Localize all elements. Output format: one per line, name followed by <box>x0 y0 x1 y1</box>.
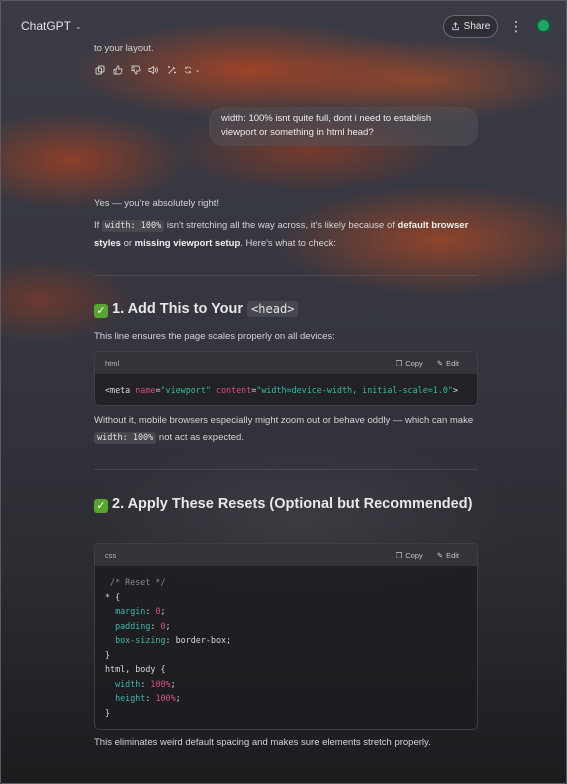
copy-label: Copy <box>405 358 423 368</box>
code-comment: /* Reset */ <box>110 577 166 587</box>
code-line: margin: 0; <box>115 606 166 616</box>
chevron-down-icon: ⌄ <box>75 21 82 31</box>
code-token: margin <box>115 606 146 616</box>
bold-text: missing viewport setup <box>134 238 241 249</box>
check-mark-icon: ✓ <box>94 304 108 318</box>
more-options-icon[interactable]: ⋮ <box>509 19 523 33</box>
code-language-label: css <box>105 550 117 560</box>
code-token: "viewport" <box>160 385 211 395</box>
share-icon <box>452 22 459 31</box>
section2-after: This eliminates weird default spacing an… <box>94 737 431 748</box>
code-line: html, body { <box>105 664 166 674</box>
edit-icon: ✎ <box>436 550 444 560</box>
code-token: box-sizing <box>115 635 166 645</box>
code-token: border-box <box>175 635 227 645</box>
text-span: not act as expected. <box>156 432 244 443</box>
model-label: ChatGPT <box>21 19 72 33</box>
code-line: width: 100%; <box>115 678 176 689</box>
reply-paragraph: If width: 100% isn't stretching all the … <box>94 217 478 252</box>
code-token: <meta <box>105 385 136 395</box>
regenerate-icon[interactable]: ⌄ <box>184 64 202 76</box>
text-span: If <box>94 220 102 231</box>
code-line: * { <box>105 591 121 602</box>
previous-message-tail: to your layout. <box>94 43 154 54</box>
copy-icon: ❐ <box>395 550 403 560</box>
section-heading-2: ✓ 2. Apply These Resets (Optional but Rec… <box>94 495 478 514</box>
thumbs-up-icon[interactable] <box>112 64 123 76</box>
section-heading-1: ✓ 1. Add This to Your <head> <box>94 300 478 319</box>
code-token: > <box>452 385 458 395</box>
inline-code: width: 100% <box>101 220 165 232</box>
code-line: padding: 0; <box>115 620 171 631</box>
copy-icon[interactable] <box>94 64 105 76</box>
divider <box>94 275 478 276</box>
code-token: width <box>115 678 141 689</box>
code-language-label: html <box>105 358 120 368</box>
avatar[interactable] <box>536 18 551 33</box>
section1-lead: This line ensures the page scales proper… <box>94 331 335 342</box>
code-token: padding <box>115 620 151 631</box>
code-token: 0 <box>160 620 166 631</box>
edit-label: Edit <box>446 358 459 368</box>
copy-icon: ❐ <box>395 358 403 368</box>
text-span: or <box>120 238 135 249</box>
user-message-bubble: width: 100% isnt quite full, dont i need… <box>209 107 478 146</box>
code-block-header: html ❐ Copy ✎ Edit <box>95 352 477 374</box>
share-button[interactable]: Share <box>443 15 498 38</box>
text-span: . Here's what to check: <box>240 238 337 249</box>
chevron-down-icon: ⌄ <box>194 67 201 74</box>
code-line: box-sizing: border-box; <box>115 635 232 645</box>
edit-code-button[interactable]: ✎ Edit <box>437 551 459 560</box>
code-token: content <box>215 385 252 395</box>
code-line: } <box>105 649 111 660</box>
edit-in-canvas-icon[interactable] <box>166 64 177 76</box>
inline-code: width: 100% <box>94 432 157 444</box>
heading-text: 1. Add This to Your <box>112 301 248 317</box>
share-label: Share <box>463 21 491 32</box>
code-token: height <box>115 693 146 703</box>
model-selector[interactable]: ChatGPT ⌄ <box>21 19 82 33</box>
code-line: /* Reset */ <box>105 575 467 590</box>
code-token: 0 <box>155 606 161 616</box>
inline-code: <head> <box>247 301 299 317</box>
divider <box>94 469 478 470</box>
code-block-css: css ❐ Copy ✎ Edit /* Reset */ * { margin: 0… <box>94 543 478 730</box>
code-token: 100% <box>155 693 176 703</box>
copy-label: Copy <box>405 550 423 560</box>
copy-code-button[interactable]: ❐ Copy <box>396 359 423 368</box>
edit-label: Edit <box>446 550 459 560</box>
heading-text: 2. Apply These Resets (Optional but Reco… <box>112 496 473 512</box>
code-line: height: 100%; <box>115 693 181 703</box>
code-token: "width=device-width, initial-scale=1.0" <box>256 385 453 395</box>
code-token: 100% <box>150 678 171 689</box>
text-span: Without it, mobile browsers especially m… <box>94 415 474 426</box>
code-token: name <box>135 385 156 395</box>
read-aloud-icon[interactable] <box>148 64 159 76</box>
message-actions: ⌄ <box>94 64 202 76</box>
code-block-header: css ❐ Copy ✎ Edit <box>95 544 477 566</box>
text-span: isn't stretching all the way across, it'… <box>164 220 398 231</box>
edit-icon: ✎ <box>436 358 444 368</box>
code-content: <meta name="viewport" content="width=dev… <box>95 374 477 405</box>
chat-window: ChatGPT ⌄ Share ⋮ to your layout. ⌄ widt… <box>0 0 567 784</box>
code-line: } <box>105 707 111 718</box>
thumbs-down-icon[interactable] <box>130 64 141 76</box>
code-content: /* Reset */ * { margin: 0; padding: 0; bo… <box>95 566 477 728</box>
section1-after: Without it, mobile browsers especially m… <box>94 412 478 447</box>
edit-code-button[interactable]: ✎ Edit <box>437 359 459 368</box>
reply-intro: Yes — you're absolutely right! <box>94 198 220 209</box>
code-block-html: html ❐ Copy ✎ Edit <meta name="viewport" c… <box>94 351 478 406</box>
copy-code-button[interactable]: ❐ Copy <box>396 551 423 560</box>
check-mark-icon: ✓ <box>94 499 108 513</box>
